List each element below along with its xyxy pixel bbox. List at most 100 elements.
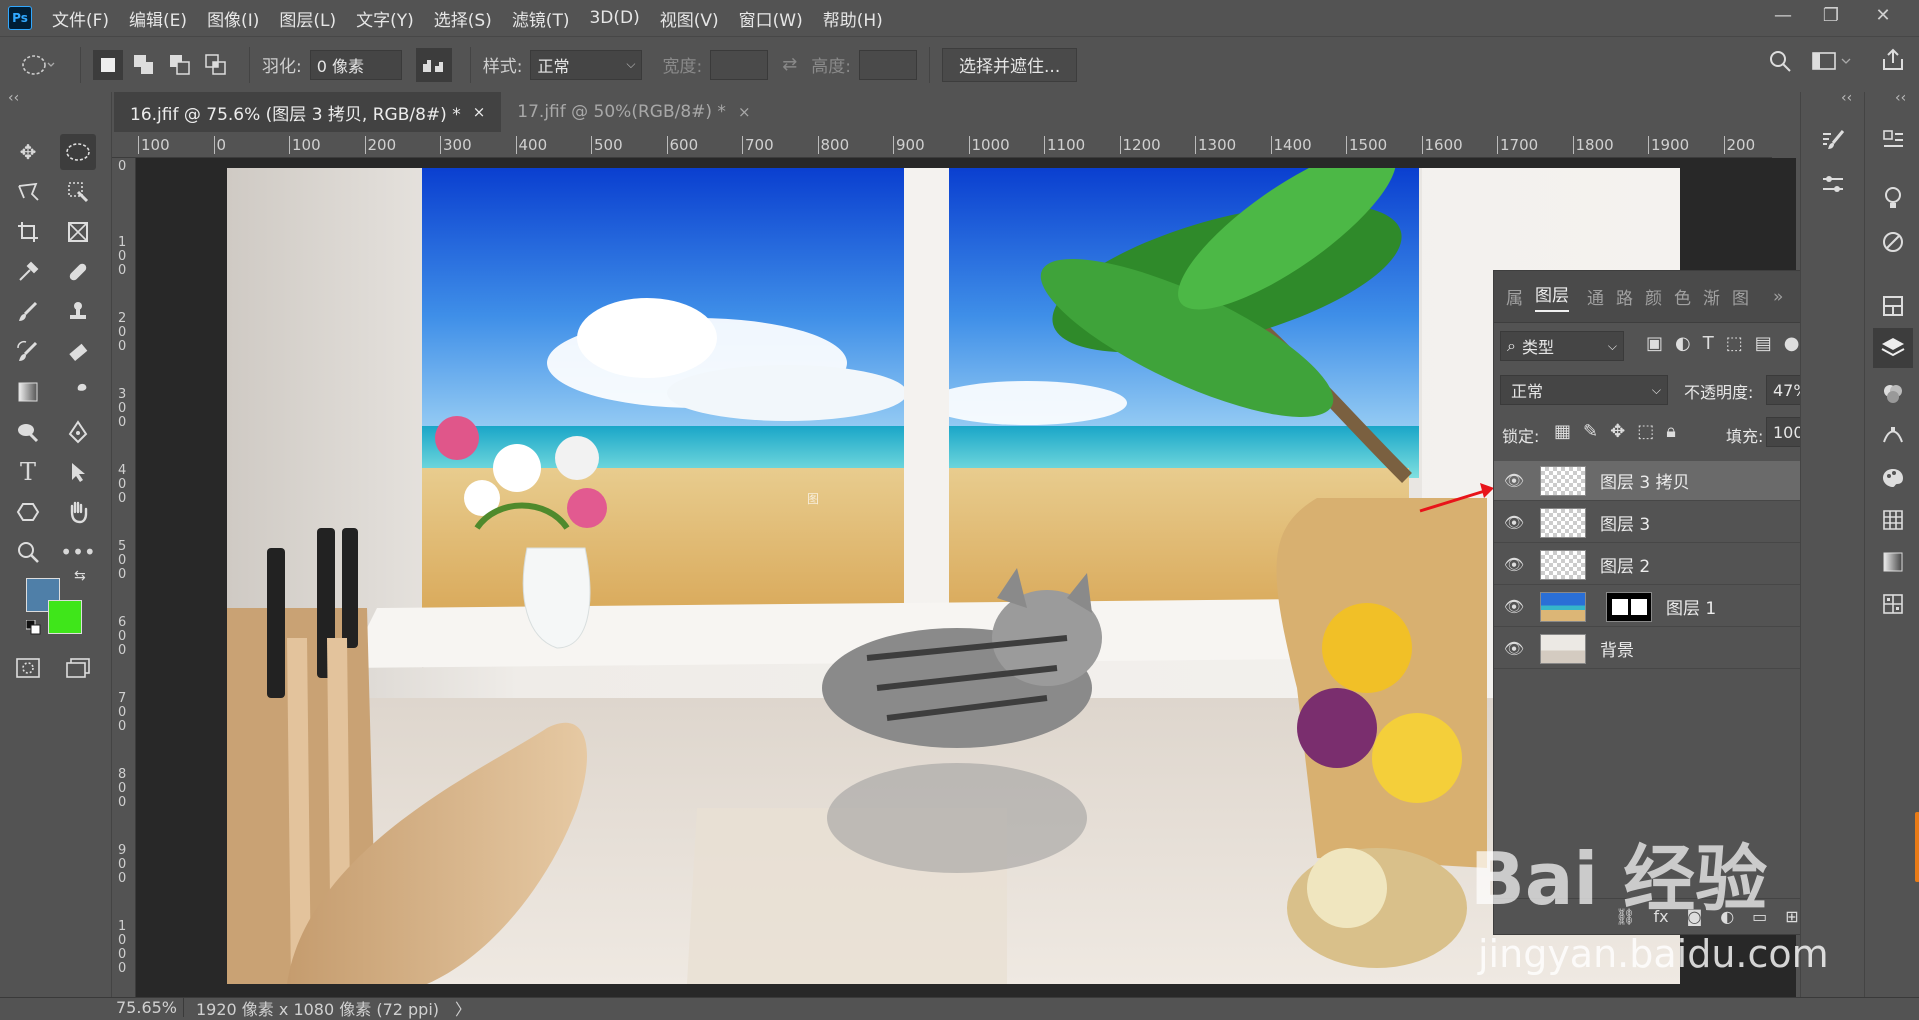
search-icon[interactable] [1768, 49, 1792, 77]
visibility-eye-icon[interactable]: 👁︎ [1494, 513, 1534, 532]
height-input[interactable] [859, 49, 918, 80]
layer-name[interactable]: 图层 3 [1600, 510, 1650, 535]
tab-properties[interactable]: 属 [1506, 284, 1523, 309]
dodge-tool-icon[interactable] [10, 414, 46, 450]
filter-toggle-icon[interactable]: ● [1784, 333, 1800, 354]
libraries-icon[interactable] [1875, 288, 1911, 324]
paths-icon[interactable] [1875, 418, 1911, 454]
swap-dimensions-icon[interactable]: ⇄ [782, 54, 797, 75]
layer-row[interactable]: 👁︎ 图层 3 [1494, 503, 1834, 543]
menu-view[interactable]: 视图(V) [660, 6, 719, 31]
menu-3d[interactable]: 3D(D) [589, 8, 639, 28]
gradients-icon[interactable] [1875, 544, 1911, 580]
more-tools-icon[interactable]: ••• [60, 534, 96, 570]
menu-select[interactable]: 选择(S) [434, 6, 492, 31]
filter-pixel-icon[interactable]: ▣ [1646, 333, 1663, 354]
adjustments-icon[interactable] [1875, 224, 1911, 260]
lock-artboard-icon[interactable]: ⬚ [1637, 421, 1654, 442]
intersect-selection-icon[interactable] [201, 50, 231, 80]
visibility-eye-icon[interactable]: 👁︎ [1494, 639, 1534, 658]
collapse-toolbar-icon[interactable]: ‹‹ [8, 90, 19, 106]
quick-selection-tool-icon[interactable] [60, 174, 96, 210]
tab-17-jfif[interactable]: 17.jfif @ 50%(RGB/8#) * × [501, 92, 767, 132]
history-brush-tool-icon[interactable] [10, 334, 46, 370]
lock-transparent-pixels-icon[interactable]: ▦ [1554, 421, 1571, 442]
style-select[interactable]: 正常 ⌵ [530, 49, 643, 80]
layer-row[interactable]: 👁︎ 图层 3 拷贝 [1494, 461, 1834, 501]
path-selection-tool-icon[interactable] [60, 454, 96, 490]
lock-position-icon[interactable]: ✥ [1610, 421, 1625, 442]
minimize-button[interactable]: — [1760, 0, 1806, 30]
filter-shape-icon[interactable]: ⬚ [1726, 333, 1743, 354]
layer-name[interactable]: 背景 [1600, 636, 1634, 661]
layer-row[interactable]: 👁︎ 图层 1 [1494, 587, 1834, 627]
tab-channels[interactable]: 通 [1587, 284, 1604, 309]
menu-layer[interactable]: 图层(L) [279, 6, 336, 31]
blend-mode-select[interactable]: 正常 ⌵ [1500, 375, 1668, 405]
shape-tool-icon[interactable] [10, 494, 46, 530]
layers-icon[interactable] [1873, 328, 1913, 368]
tab-close-icon[interactable]: × [473, 103, 486, 121]
filter-smart-object-icon[interactable]: ▤ [1755, 333, 1772, 354]
lasso-tool-icon[interactable] [10, 174, 46, 210]
color-palette-icon[interactable] [1875, 460, 1911, 496]
elliptical-marquee-preset-icon[interactable] [8, 53, 68, 77]
brush-settings-icon[interactable] [1815, 122, 1851, 158]
frame-tool-icon[interactable] [60, 214, 96, 250]
visibility-eye-icon[interactable]: 👁︎ [1494, 471, 1534, 490]
type-tool-icon[interactable]: T [10, 454, 46, 490]
healing-brush-tool-icon[interactable] [60, 254, 96, 290]
tab-paths[interactable]: 路 [1616, 284, 1633, 309]
menu-window[interactable]: 窗口(W) [739, 6, 803, 31]
swatches-icon[interactable] [1875, 502, 1911, 538]
layer-row[interactable]: 👁︎ 背景 🔒︎ [1494, 629, 1834, 669]
zoom-level[interactable]: 75.65% [116, 998, 184, 1017]
elliptical-marquee-tool-icon[interactable] [60, 134, 96, 170]
tab-close-icon[interactable]: × [738, 103, 751, 121]
filter-type-icon[interactable]: T [1703, 333, 1714, 354]
hand-tool-icon[interactable] [60, 494, 96, 530]
gradient-tool-icon[interactable] [10, 374, 46, 410]
patterns-icon[interactable] [1875, 586, 1911, 622]
menu-filter[interactable]: 滤镜(T) [512, 6, 570, 31]
new-selection-icon[interactable] [93, 49, 123, 80]
crop-tool-icon[interactable] [10, 214, 46, 250]
adjustment-sliders-icon[interactable] [1815, 166, 1851, 202]
visibility-eye-icon[interactable]: 👁︎ [1494, 555, 1534, 574]
expand-dock-icon[interactable]: ‹‹ [1841, 90, 1852, 106]
history-icon[interactable] [1875, 122, 1911, 158]
anti-alias-icon[interactable] [415, 47, 452, 82]
pen-tool-icon[interactable] [60, 414, 96, 450]
eraser-tool-icon[interactable] [60, 334, 96, 370]
more-tabs-icon[interactable]: » [1773, 287, 1783, 307]
brush-tool-icon[interactable] [10, 294, 46, 330]
layer-name[interactable]: 图层 3 拷贝 [1600, 468, 1690, 493]
channels-icon[interactable] [1875, 376, 1911, 412]
screen-mode-icon[interactable] [60, 650, 96, 686]
add-to-selection-icon[interactable] [129, 50, 159, 80]
status-menu-arrow-icon[interactable]: 〉 [455, 996, 471, 1020]
layer-name[interactable]: 图层 1 [1666, 594, 1716, 619]
default-colors-icon[interactable] [25, 619, 42, 640]
tab-swatches[interactable]: 色 [1674, 284, 1691, 309]
menu-help[interactable]: 帮助(H) [823, 6, 883, 31]
smudge-tool-icon[interactable] [60, 374, 96, 410]
menu-edit[interactable]: 编辑(E) [129, 6, 187, 31]
clone-stamp-tool-icon[interactable] [60, 294, 96, 330]
close-window-button[interactable]: ✕ [1860, 0, 1906, 30]
feather-input[interactable]: 0 像素 [309, 49, 402, 80]
swap-colors-icon[interactable]: ⇆ [74, 568, 86, 584]
collapse-dock-icon[interactable]: ‹‹ [1895, 90, 1906, 106]
menu-file[interactable]: 文件(F) [52, 6, 109, 31]
quick-mask-icon[interactable] [10, 650, 46, 686]
move-tool-icon[interactable]: ✥ [10, 134, 46, 170]
background-color-swatch[interactable] [48, 600, 82, 634]
scrollbar-thumb[interactable] [1915, 812, 1919, 882]
zoom-tool-icon[interactable] [10, 534, 46, 570]
tab-patterns[interactable]: 图 [1732, 284, 1749, 309]
workspace-icon[interactable] [1812, 51, 1852, 75]
menu-image[interactable]: 图像(I) [207, 6, 259, 31]
width-input[interactable] [710, 49, 769, 80]
eyedropper-tool-icon[interactable] [10, 254, 46, 290]
lock-image-pixels-icon[interactable]: ✎ [1583, 421, 1598, 442]
